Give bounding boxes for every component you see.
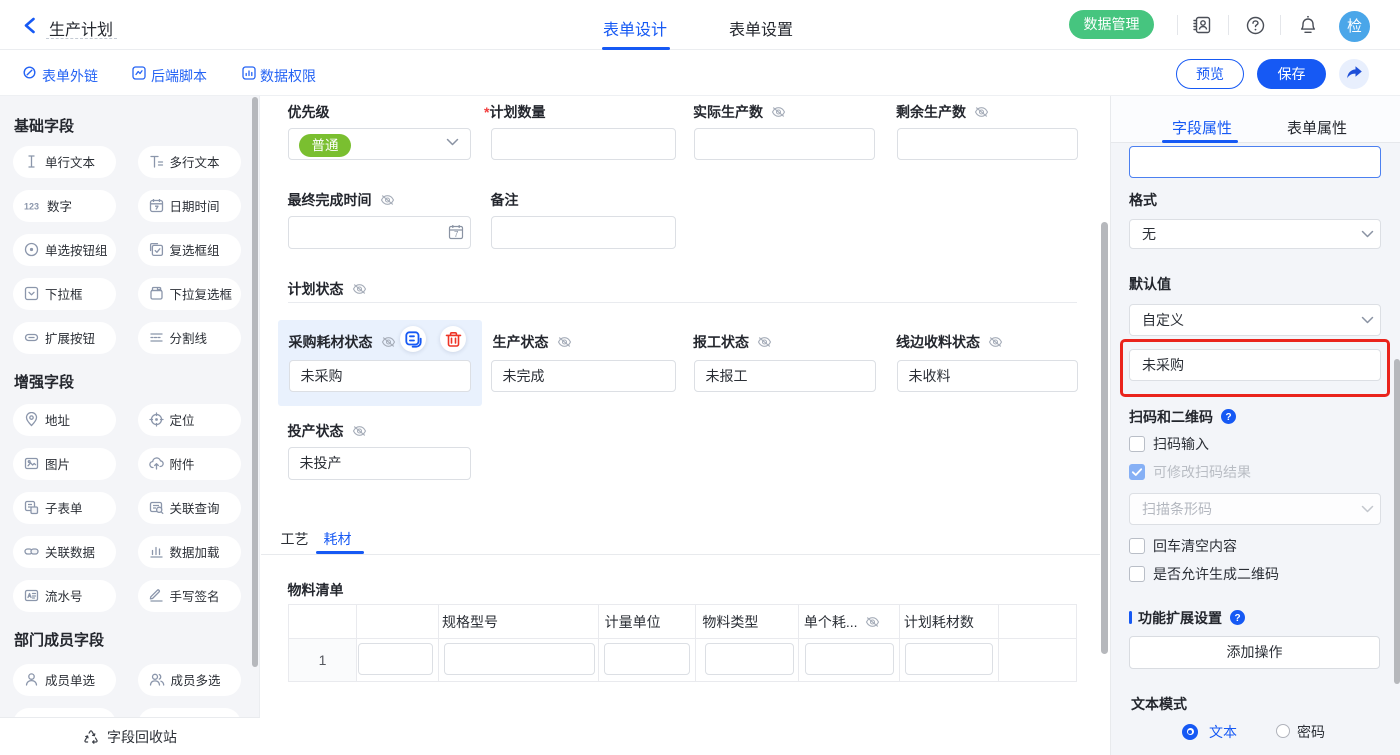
svg-text:?: ?	[1225, 412, 1231, 423]
svg-text:123: 123	[24, 202, 39, 212]
svg-text:?: ?	[1234, 613, 1240, 624]
svg-text:7: 7	[454, 230, 459, 239]
